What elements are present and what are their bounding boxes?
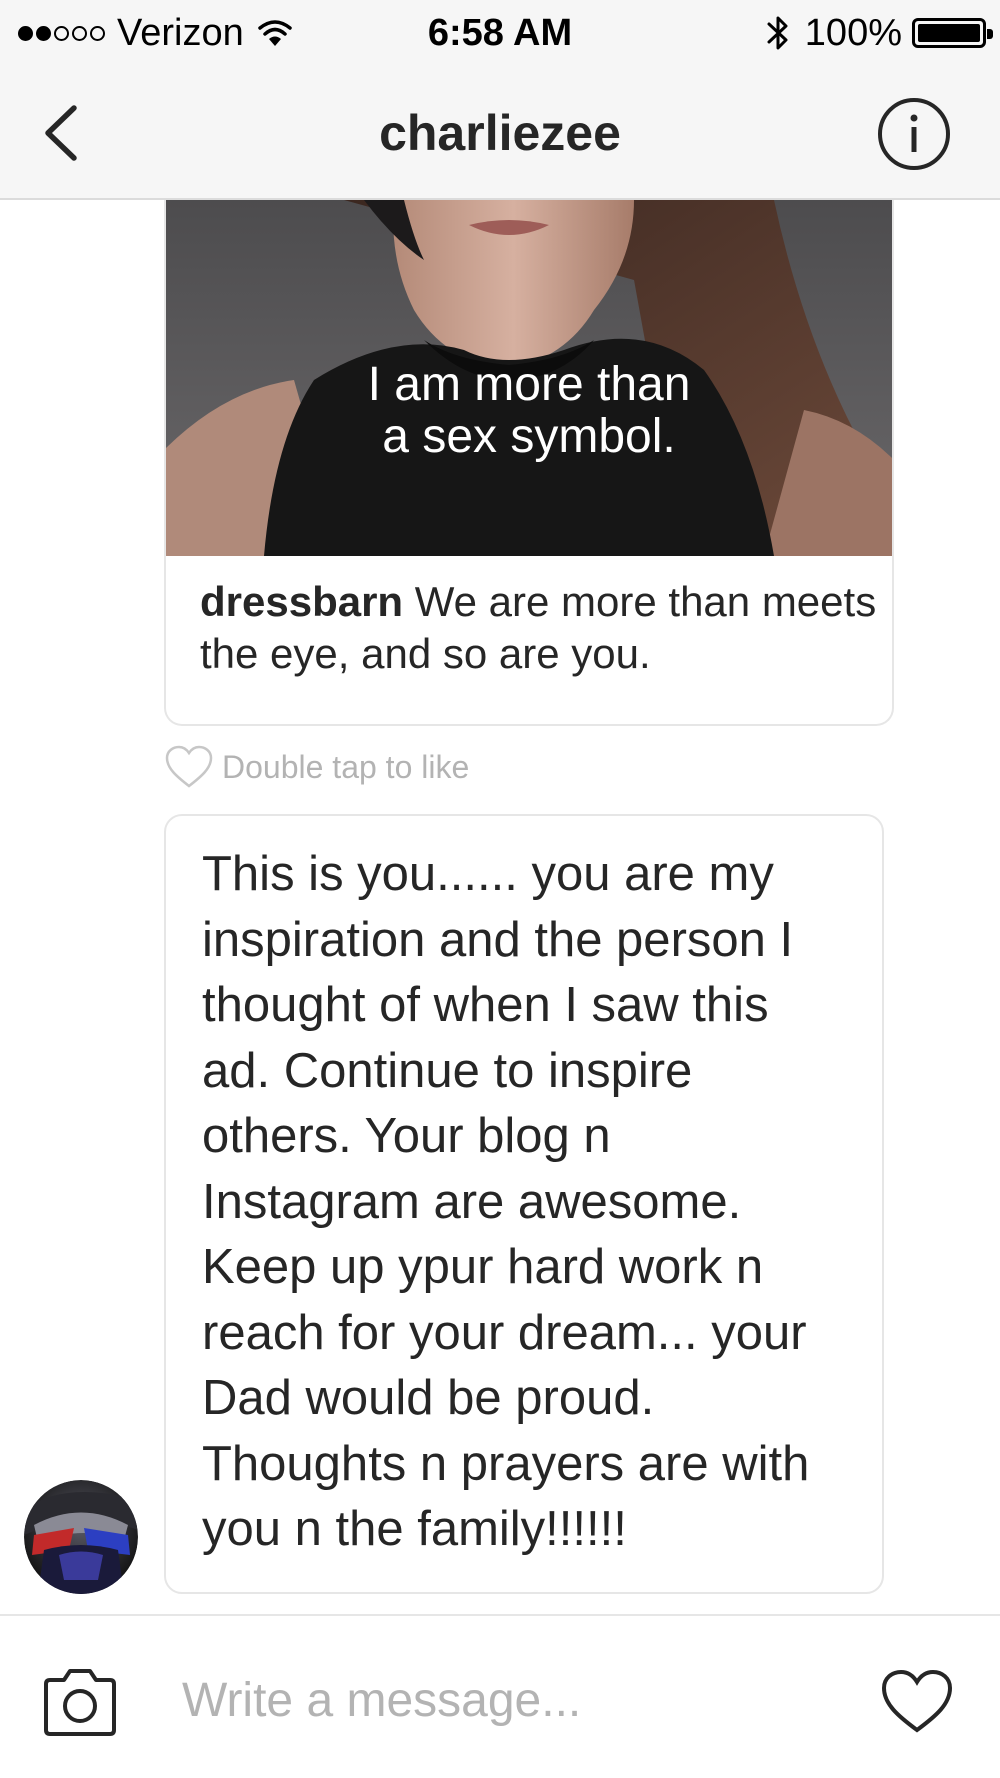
- message-text: This is you...... you are my inspiration…: [202, 847, 810, 1556]
- conversation-title[interactable]: charliezee: [0, 100, 1000, 166]
- battery-percent: 100%: [804, 11, 902, 54]
- message-composer: [0, 1614, 1000, 1778]
- image-overlay-text: a sex symbol.: [382, 410, 675, 463]
- status-right: 100%: [765, 10, 993, 56]
- shared-post-card[interactable]: I am more than a sex symbol. dressbarn W…: [164, 200, 894, 726]
- info-icon[interactable]: [876, 96, 952, 172]
- message-input[interactable]: [182, 1660, 842, 1740]
- caption-username[interactable]: dressbarn: [200, 578, 403, 625]
- conversation-header: charliezee: [0, 66, 1000, 200]
- heart-icon[interactable]: [880, 1668, 954, 1734]
- message-bubble[interactable]: This is you...... you are my inspiration…: [164, 814, 884, 1594]
- shared-post-caption: dressbarn We are more than meets the eye…: [200, 576, 880, 680]
- status-bar: Verizon 6:58 AM 100%: [0, 0, 1000, 66]
- camera-icon[interactable]: [40, 1666, 120, 1738]
- bluetooth-icon: [767, 16, 788, 50]
- battery-tip: [987, 29, 993, 39]
- avatar[interactable]: [24, 1480, 138, 1594]
- like-hint-text: Double tap to like: [222, 748, 470, 785]
- heart-outline-icon[interactable]: [164, 744, 214, 790]
- shared-post-image[interactable]: I am more than a sex symbol.: [164, 200, 894, 556]
- battery-level: [918, 24, 980, 42]
- image-overlay-text: I am more than: [368, 358, 691, 411]
- like-hint-row[interactable]: Double tap to like: [164, 742, 469, 792]
- battery-icon: [912, 18, 993, 48]
